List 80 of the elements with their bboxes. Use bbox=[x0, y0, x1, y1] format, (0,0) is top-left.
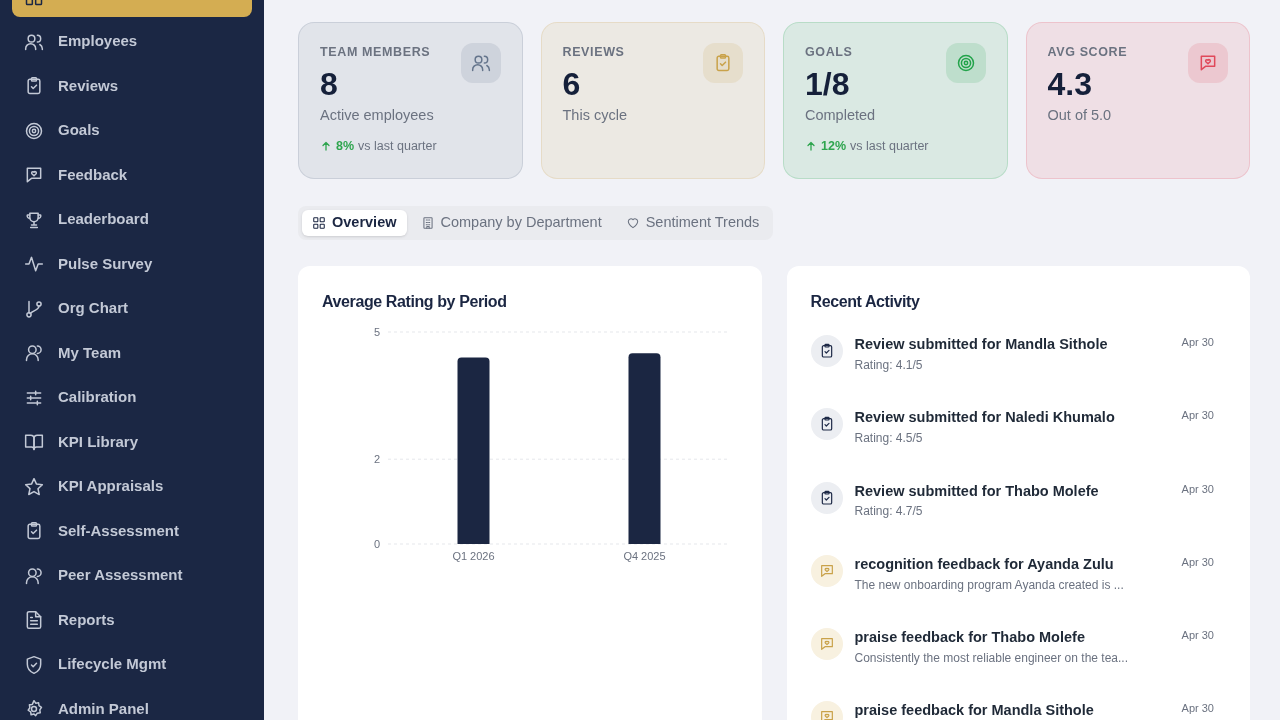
activity-detail: Rating: 4.5/5 bbox=[854, 430, 924, 447]
arrow-up-icon bbox=[320, 139, 332, 152]
stat-value: 6 bbox=[562, 64, 582, 103]
arrow-up-icon bbox=[805, 139, 817, 152]
sidebar-item[interactable]: Leaderboard bbox=[12, 199, 252, 240]
shield-check-icon bbox=[24, 654, 44, 675]
settings-icon bbox=[24, 699, 44, 719]
x-tick-label: Q4 2025 bbox=[623, 550, 666, 562]
activity-date: Apr 30 bbox=[1181, 408, 1215, 424]
activity-date: Apr 30 bbox=[1181, 481, 1215, 497]
users-icon bbox=[24, 343, 44, 363]
activity-title: recognition feedback for Ayanda Zulu bbox=[854, 554, 1115, 574]
document-icon bbox=[24, 610, 44, 630]
activity-date: Apr 30 bbox=[1181, 554, 1215, 570]
clipboard-check-icon bbox=[24, 76, 44, 96]
activity-date: Apr 30 bbox=[1181, 701, 1215, 717]
stat-label: REVIEWS bbox=[562, 44, 626, 61]
y-tick-label: 2 bbox=[373, 453, 380, 466]
sidebar-item[interactable]: Feedback bbox=[12, 155, 252, 195]
stat-caption: This cycle bbox=[562, 105, 628, 125]
sidebar-item[interactable]: Employees bbox=[12, 21, 252, 62]
stat-caption: Completed bbox=[805, 105, 877, 125]
activity-title: praise feedback for Mandla Sithole bbox=[854, 701, 1095, 720]
stat-value: 4.3 bbox=[1047, 64, 1093, 103]
activity-detail: The new onboarding program Ayanda created is ... bbox=[854, 576, 1125, 594]
heart-icon bbox=[625, 216, 640, 230]
book-icon bbox=[24, 432, 44, 452]
users-icon bbox=[24, 565, 44, 586]
activity-title: Review submitted for Mandla Sithole bbox=[854, 335, 1109, 354]
tab[interactable]: Overview bbox=[302, 210, 407, 236]
sidebar-item[interactable]: Peer Assessment bbox=[12, 555, 252, 596]
branch-icon bbox=[24, 298, 44, 319]
trend-text: vs last quarter bbox=[358, 137, 437, 155]
activity-title: Review submitted for Naledi Khumalo bbox=[854, 408, 1116, 428]
y-tick-label: 0 bbox=[373, 538, 380, 550]
trend-text: vs last quarter bbox=[850, 137, 929, 155]
x-tick-label: Q1 2026 bbox=[452, 550, 495, 562]
activity-detail: Consistently the most reliable engineer on the tea... bbox=[854, 649, 1129, 667]
message-heart-icon bbox=[24, 165, 44, 185]
card-title: Average Rating by Period bbox=[322, 292, 508, 312]
tab[interactable]: Sentiment Trends bbox=[615, 210, 770, 236]
sidebar-item[interactable]: Lifecycle Mgmt bbox=[12, 644, 252, 685]
sidebar-item[interactable]: KPI Library bbox=[12, 422, 252, 462]
y-tick-label: 5 bbox=[373, 326, 380, 338]
grid-icon bbox=[312, 216, 326, 230]
activity-detail: Rating: 4.1/5 bbox=[854, 356, 924, 374]
building-icon bbox=[420, 216, 435, 230]
stat-label: TEAM MEMBERS bbox=[320, 44, 432, 61]
stat-value: 1/8 bbox=[805, 64, 851, 103]
message-heart-icon bbox=[818, 562, 835, 579]
stat-label: AVG SCORE bbox=[1047, 44, 1129, 61]
stat-caption: Active employees bbox=[320, 105, 435, 125]
sidebar-item[interactable]: Self-Assessment bbox=[12, 511, 252, 551]
activity-title: praise feedback for Thabo Molefe bbox=[854, 628, 1086, 647]
message-heart-icon bbox=[818, 709, 835, 720]
pulse-icon bbox=[24, 254, 44, 274]
sidebar-item[interactable]: Calibration bbox=[12, 377, 252, 418]
star-icon bbox=[24, 476, 44, 497]
sidebar-item[interactable]: Pulse Survey bbox=[12, 244, 252, 284]
card-title: Recent Activity bbox=[810, 292, 921, 312]
stat-caption: Out of 5.0 bbox=[1047, 105, 1113, 125]
activity-title: Review submitted for Thabo Molefe bbox=[854, 481, 1100, 501]
target-icon bbox=[24, 120, 44, 141]
tab[interactable]: Company by Department bbox=[410, 210, 612, 236]
sidebar-item[interactable]: Admin Panel bbox=[12, 689, 252, 720]
activity-date: Apr 30 bbox=[1181, 628, 1215, 643]
clipboard-check-icon bbox=[24, 521, 44, 541]
message-heart-icon bbox=[818, 636, 835, 652]
stat-value: 8 bbox=[320, 64, 339, 103]
sidebar-item[interactable]: Reports bbox=[12, 600, 252, 640]
sidebar-item[interactable]: My Team bbox=[12, 333, 252, 373]
sidebar-item[interactable]: Org Chart bbox=[12, 288, 252, 329]
stat-label: GOALS bbox=[805, 44, 854, 61]
trend-value: 12% bbox=[821, 137, 847, 155]
activity-date: Apr 30 bbox=[1181, 335, 1215, 350]
sidebar-item[interactable]: Reviews bbox=[12, 66, 252, 106]
sidebar-item[interactable]: Goals bbox=[12, 110, 252, 151]
sidebar-item[interactable]: KPI Appraisals bbox=[12, 466, 252, 507]
activity-detail: Rating: 4.7/5 bbox=[854, 503, 924, 521]
trend-value: 8% bbox=[336, 137, 355, 155]
